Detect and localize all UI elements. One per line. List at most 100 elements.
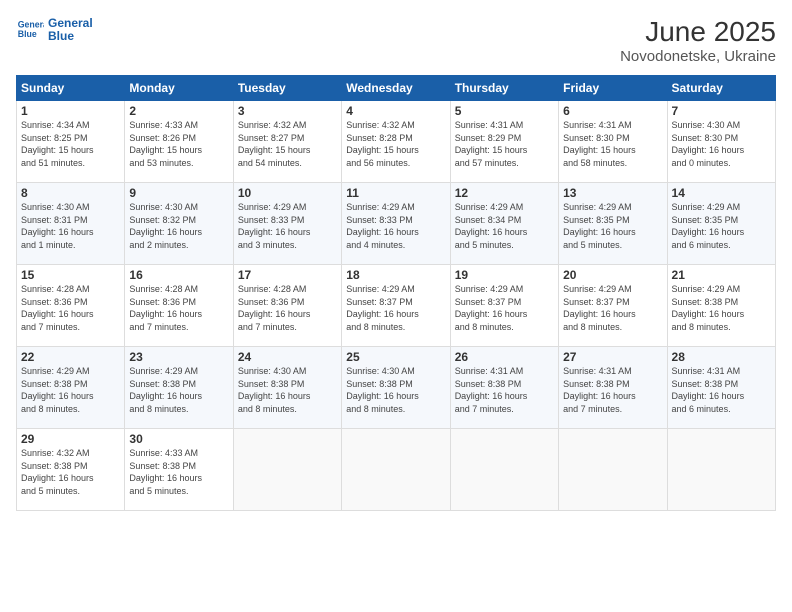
day-info: Sunrise: 4:30 AM Sunset: 8:30 PM Dayligh… xyxy=(672,119,771,169)
calendar-week-row: 15Sunrise: 4:28 AM Sunset: 8:36 PM Dayli… xyxy=(17,265,776,347)
svg-text:General: General xyxy=(18,19,44,29)
day-info: Sunrise: 4:29 AM Sunset: 8:38 PM Dayligh… xyxy=(21,365,120,415)
table-row xyxy=(233,429,341,511)
day-number: 6 xyxy=(563,104,662,118)
table-row: 23Sunrise: 4:29 AM Sunset: 8:38 PM Dayli… xyxy=(125,347,233,429)
day-info: Sunrise: 4:29 AM Sunset: 8:37 PM Dayligh… xyxy=(563,283,662,333)
day-number: 8 xyxy=(21,186,120,200)
day-number: 10 xyxy=(238,186,337,200)
day-info: Sunrise: 4:29 AM Sunset: 8:38 PM Dayligh… xyxy=(129,365,228,415)
col-sunday: Sunday xyxy=(17,76,125,101)
day-number: 20 xyxy=(563,268,662,282)
day-number: 21 xyxy=(672,268,771,282)
day-number: 18 xyxy=(346,268,445,282)
table-row xyxy=(667,429,775,511)
page-header: General Blue General Blue June 2025 Novo… xyxy=(16,16,776,65)
day-number: 1 xyxy=(21,104,120,118)
day-info: Sunrise: 4:29 AM Sunset: 8:33 PM Dayligh… xyxy=(346,201,445,251)
day-info: Sunrise: 4:31 AM Sunset: 8:38 PM Dayligh… xyxy=(455,365,554,415)
svg-text:Blue: Blue xyxy=(18,29,37,39)
day-number: 26 xyxy=(455,350,554,364)
table-row: 20Sunrise: 4:29 AM Sunset: 8:37 PM Dayli… xyxy=(559,265,667,347)
logo-icon: General Blue xyxy=(16,16,44,44)
day-info: Sunrise: 4:32 AM Sunset: 8:27 PM Dayligh… xyxy=(238,119,337,169)
col-monday: Monday xyxy=(125,76,233,101)
day-number: 23 xyxy=(129,350,228,364)
table-row: 18Sunrise: 4:29 AM Sunset: 8:37 PM Dayli… xyxy=(342,265,450,347)
day-number: 5 xyxy=(455,104,554,118)
day-number: 16 xyxy=(129,268,228,282)
day-number: 25 xyxy=(346,350,445,364)
table-row: 8Sunrise: 4:30 AM Sunset: 8:31 PM Daylig… xyxy=(17,183,125,265)
day-number: 14 xyxy=(672,186,771,200)
col-wednesday: Wednesday xyxy=(342,76,450,101)
day-number: 12 xyxy=(455,186,554,200)
day-info: Sunrise: 4:30 AM Sunset: 8:32 PM Dayligh… xyxy=(129,201,228,251)
table-row xyxy=(559,429,667,511)
day-number: 24 xyxy=(238,350,337,364)
day-number: 15 xyxy=(21,268,120,282)
table-row: 30Sunrise: 4:33 AM Sunset: 8:38 PM Dayli… xyxy=(125,429,233,511)
table-row: 15Sunrise: 4:28 AM Sunset: 8:36 PM Dayli… xyxy=(17,265,125,347)
table-row: 2Sunrise: 4:33 AM Sunset: 8:26 PM Daylig… xyxy=(125,101,233,183)
table-row: 24Sunrise: 4:30 AM Sunset: 8:38 PM Dayli… xyxy=(233,347,341,429)
day-info: Sunrise: 4:31 AM Sunset: 8:29 PM Dayligh… xyxy=(455,119,554,169)
day-info: Sunrise: 4:29 AM Sunset: 8:34 PM Dayligh… xyxy=(455,201,554,251)
table-row: 13Sunrise: 4:29 AM Sunset: 8:35 PM Dayli… xyxy=(559,183,667,265)
table-row: 22Sunrise: 4:29 AM Sunset: 8:38 PM Dayli… xyxy=(17,347,125,429)
table-row: 26Sunrise: 4:31 AM Sunset: 8:38 PM Dayli… xyxy=(450,347,558,429)
day-info: Sunrise: 4:31 AM Sunset: 8:30 PM Dayligh… xyxy=(563,119,662,169)
day-number: 3 xyxy=(238,104,337,118)
day-number: 19 xyxy=(455,268,554,282)
day-info: Sunrise: 4:29 AM Sunset: 8:37 PM Dayligh… xyxy=(346,283,445,333)
table-row: 10Sunrise: 4:29 AM Sunset: 8:33 PM Dayli… xyxy=(233,183,341,265)
day-info: Sunrise: 4:28 AM Sunset: 8:36 PM Dayligh… xyxy=(21,283,120,333)
day-number: 11 xyxy=(346,186,445,200)
calendar-title: June 2025 xyxy=(620,16,776,48)
day-info: Sunrise: 4:32 AM Sunset: 8:38 PM Dayligh… xyxy=(21,447,120,497)
day-info: Sunrise: 4:33 AM Sunset: 8:38 PM Dayligh… xyxy=(129,447,228,497)
title-block: June 2025 Novodonetske, Ukraine xyxy=(620,16,776,65)
day-info: Sunrise: 4:34 AM Sunset: 8:25 PM Dayligh… xyxy=(21,119,120,169)
table-row: 3Sunrise: 4:32 AM Sunset: 8:27 PM Daylig… xyxy=(233,101,341,183)
calendar-week-row: 22Sunrise: 4:29 AM Sunset: 8:38 PM Dayli… xyxy=(17,347,776,429)
calendar-week-row: 8Sunrise: 4:30 AM Sunset: 8:31 PM Daylig… xyxy=(17,183,776,265)
day-info: Sunrise: 4:29 AM Sunset: 8:35 PM Dayligh… xyxy=(672,201,771,251)
calendar-table: Sunday Monday Tuesday Wednesday Thursday… xyxy=(16,75,776,511)
day-info: Sunrise: 4:31 AM Sunset: 8:38 PM Dayligh… xyxy=(672,365,771,415)
table-row: 1Sunrise: 4:34 AM Sunset: 8:25 PM Daylig… xyxy=(17,101,125,183)
table-row: 25Sunrise: 4:30 AM Sunset: 8:38 PM Dayli… xyxy=(342,347,450,429)
day-number: 22 xyxy=(21,350,120,364)
day-info: Sunrise: 4:31 AM Sunset: 8:38 PM Dayligh… xyxy=(563,365,662,415)
calendar-subtitle: Novodonetske, Ukraine xyxy=(620,48,776,65)
calendar-week-row: 29Sunrise: 4:32 AM Sunset: 8:38 PM Dayli… xyxy=(17,429,776,511)
col-friday: Friday xyxy=(559,76,667,101)
day-number: 7 xyxy=(672,104,771,118)
day-info: Sunrise: 4:30 AM Sunset: 8:31 PM Dayligh… xyxy=(21,201,120,251)
table-row: 14Sunrise: 4:29 AM Sunset: 8:35 PM Dayli… xyxy=(667,183,775,265)
logo: General Blue General Blue xyxy=(16,16,93,44)
table-row: 28Sunrise: 4:31 AM Sunset: 8:38 PM Dayli… xyxy=(667,347,775,429)
day-number: 28 xyxy=(672,350,771,364)
day-number: 17 xyxy=(238,268,337,282)
day-info: Sunrise: 4:33 AM Sunset: 8:26 PM Dayligh… xyxy=(129,119,228,169)
table-row: 5Sunrise: 4:31 AM Sunset: 8:29 PM Daylig… xyxy=(450,101,558,183)
table-row: 4Sunrise: 4:32 AM Sunset: 8:28 PM Daylig… xyxy=(342,101,450,183)
day-info: Sunrise: 4:29 AM Sunset: 8:38 PM Dayligh… xyxy=(672,283,771,333)
table-row: 29Sunrise: 4:32 AM Sunset: 8:38 PM Dayli… xyxy=(17,429,125,511)
day-info: Sunrise: 4:29 AM Sunset: 8:35 PM Dayligh… xyxy=(563,201,662,251)
day-info: Sunrise: 4:29 AM Sunset: 8:37 PM Dayligh… xyxy=(455,283,554,333)
col-tuesday: Tuesday xyxy=(233,76,341,101)
day-number: 9 xyxy=(129,186,228,200)
day-info: Sunrise: 4:28 AM Sunset: 8:36 PM Dayligh… xyxy=(129,283,228,333)
day-number: 2 xyxy=(129,104,228,118)
day-info: Sunrise: 4:29 AM Sunset: 8:33 PM Dayligh… xyxy=(238,201,337,251)
col-saturday: Saturday xyxy=(667,76,775,101)
table-row: 7Sunrise: 4:30 AM Sunset: 8:30 PM Daylig… xyxy=(667,101,775,183)
col-thursday: Thursday xyxy=(450,76,558,101)
calendar-week-row: 1Sunrise: 4:34 AM Sunset: 8:25 PM Daylig… xyxy=(17,101,776,183)
table-row xyxy=(450,429,558,511)
day-info: Sunrise: 4:30 AM Sunset: 8:38 PM Dayligh… xyxy=(346,365,445,415)
day-info: Sunrise: 4:32 AM Sunset: 8:28 PM Dayligh… xyxy=(346,119,445,169)
calendar-header-row: Sunday Monday Tuesday Wednesday Thursday… xyxy=(17,76,776,101)
